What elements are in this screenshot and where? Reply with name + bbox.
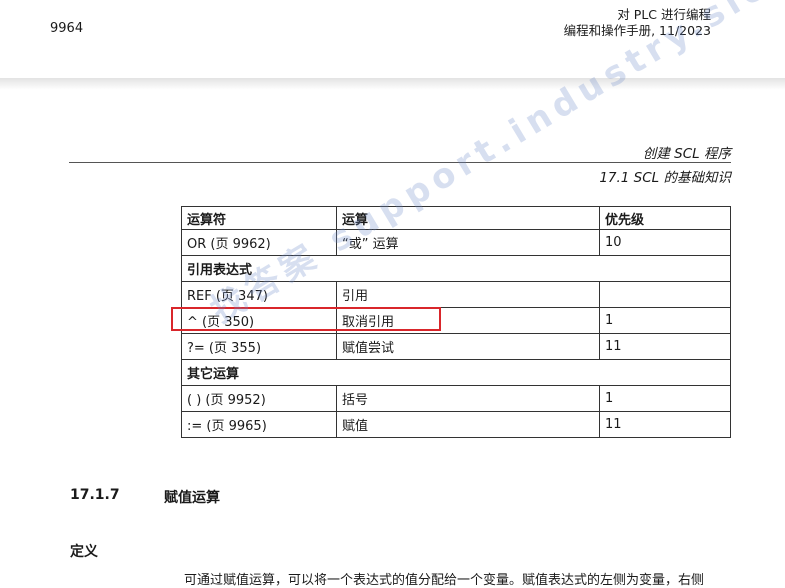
page-separator xyxy=(0,78,785,90)
table-cell: ?= (页 355) xyxy=(181,333,337,360)
table-row: ?= (页 355) 赋值尝试 11 xyxy=(181,333,731,360)
heading-title: 赋值运算 xyxy=(164,490,220,506)
table-cell: 11 xyxy=(599,411,731,438)
chapter-title: 创建 SCL 程序 xyxy=(642,146,731,162)
table-group-row: 其它运算 xyxy=(181,359,731,386)
table-cell: 赋值尝试 xyxy=(336,333,600,360)
heading-number: 17.1.7 xyxy=(70,487,120,503)
table-cell: ( ) (页 9952) xyxy=(181,385,337,412)
table-cell: 1 xyxy=(599,307,731,334)
header-rule xyxy=(69,162,731,163)
table-row: ( ) (页 9952) 括号 1 xyxy=(181,385,731,412)
table-header-row: 运算符 运算 优先级 xyxy=(181,206,731,230)
body-paragraph: 可通过赋值运算，可以将一个表达式的值分配给一个变量。赋值表达式的左侧为变量，右侧 xyxy=(184,573,705,588)
table-cell: 引用 xyxy=(336,281,600,308)
table-cell: 1 xyxy=(599,385,731,412)
table-cell: 赋值 xyxy=(336,411,600,438)
table-cell: 11 xyxy=(599,333,731,360)
table-cell: 10 xyxy=(599,229,731,256)
page-number: 9964 xyxy=(50,21,84,36)
table-row: := (页 9965) 赋值 11 xyxy=(181,411,731,438)
section-title: 17.1 SCL 的基础知识 xyxy=(599,170,731,186)
subheading: 定义 xyxy=(70,544,98,560)
table-cell: 括号 xyxy=(336,385,600,412)
table-cell: := (页 9965) xyxy=(181,411,337,438)
header-priority: 优先级 xyxy=(599,206,731,230)
table-cell xyxy=(599,281,731,308)
group-label: 其它运算 xyxy=(181,359,731,386)
